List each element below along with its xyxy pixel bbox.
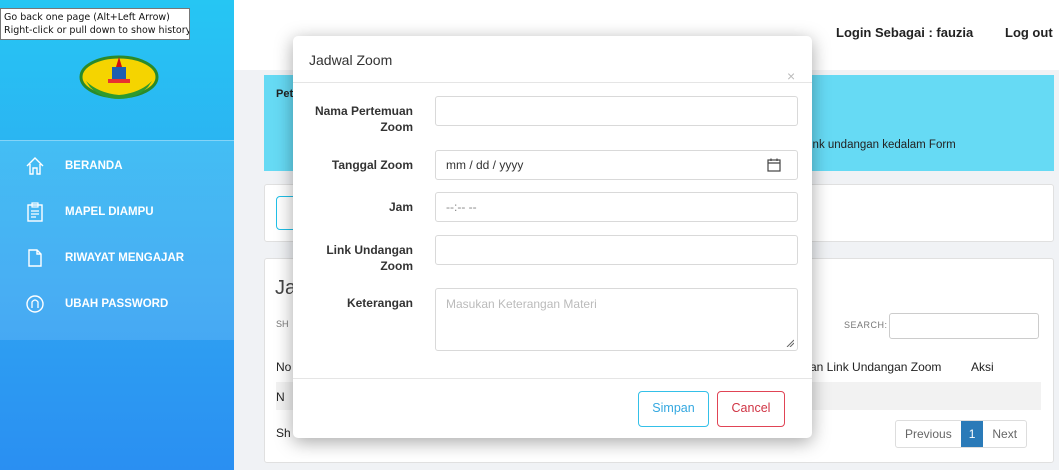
- clipboard-icon: [25, 202, 45, 222]
- show-entries-label: SH: [276, 319, 289, 329]
- sidebar-item-label: RIWAYAT MENGAJAR: [65, 252, 185, 264]
- tooltip-line-2: Right-click or pull down to show history: [4, 25, 190, 36]
- nama-pertemuan-input[interactable]: [435, 96, 798, 126]
- tanggal-zoom-label: Tanggal Zoom: [331, 158, 413, 172]
- pagination-page-1[interactable]: 1: [960, 421, 984, 447]
- tooltip-line-1: Go back one page (Alt+Left Arrow): [4, 12, 170, 23]
- modal-header-divider: [293, 82, 812, 83]
- sidebar-item-riwayat-mengajar[interactable]: RIWAYAT MENGAJAR: [0, 235, 234, 281]
- logout-link[interactable]: Log out: [1005, 25, 1053, 40]
- resize-handle-icon[interactable]: [786, 339, 794, 347]
- showing-info: Sh: [276, 426, 291, 440]
- sidebar-item-label: BERANDA: [65, 160, 123, 172]
- school-logo: [79, 55, 159, 99]
- simpan-button[interactable]: Simpan: [638, 391, 709, 427]
- info-text: ink undangan kedalam Form: [810, 139, 956, 151]
- sidebar-item-label: MAPEL DIAMPU: [65, 206, 154, 218]
- pagination: Previous 1 Next: [895, 420, 1028, 448]
- keterangan-label: Keterangan: [346, 296, 413, 310]
- lock-circle-icon: [25, 294, 45, 314]
- table-row-text: N: [276, 390, 285, 404]
- tanggal-zoom-input[interactable]: mm / dd / yyyy: [435, 150, 798, 180]
- sidebar: BERANDA MAPEL DIAMPU RIWAYAT MENGAJAR UB…: [0, 0, 234, 470]
- sidebar-item-beranda[interactable]: BERANDA: [0, 143, 234, 189]
- modal-title: Jadwal Zoom: [309, 52, 393, 68]
- jam-input[interactable]: --:-- --: [435, 192, 798, 222]
- link-undangan-label: Link Undangan Zoom: [326, 243, 413, 273]
- keterangan-placeholder: Masukan Keterangan Materi: [446, 297, 597, 311]
- modal-footer-divider: [293, 378, 812, 379]
- back-button-tooltip: Go back one page (Alt+Left Arrow) Right-…: [0, 8, 190, 40]
- column-header-link: an Link Undangan Zoom: [810, 360, 942, 374]
- sidebar-item-label: UBAH PASSWORD: [65, 298, 169, 310]
- cancel-button[interactable]: Cancel: [717, 391, 785, 427]
- column-header-aksi: Aksi: [971, 360, 994, 374]
- sidebar-divider: [0, 140, 234, 141]
- pagination-next[interactable]: Next: [983, 421, 1026, 447]
- keterangan-textarea[interactable]: Masukan Keterangan Materi: [435, 288, 798, 351]
- jadwal-zoom-modal: Jadwal Zoom × Nama Pertemuan Zoom Tangga…: [293, 36, 812, 438]
- tanggal-zoom-value: mm / dd / yyyy: [446, 158, 524, 172]
- sidebar-item-mapel-diampu[interactable]: MAPEL DIAMPU: [0, 189, 234, 235]
- jam-label: Jam: [388, 200, 413, 214]
- sidebar-item-ubah-password[interactable]: UBAH PASSWORD: [0, 281, 234, 327]
- nama-pertemuan-label: Nama Pertemuan Zoom: [314, 104, 413, 134]
- link-undangan-input[interactable]: [435, 235, 798, 265]
- calendar-icon[interactable]: [767, 158, 781, 172]
- search-input[interactable]: [889, 313, 1039, 339]
- home-icon: [25, 156, 45, 176]
- pagination-previous[interactable]: Previous: [896, 421, 961, 447]
- info-title: Pet: [276, 88, 294, 100]
- column-header-no: No: [276, 360, 292, 374]
- document-icon: [25, 248, 45, 268]
- login-user-label: Login Sebagai : fauzia: [836, 25, 974, 40]
- search-label: SEARCH:: [844, 320, 888, 330]
